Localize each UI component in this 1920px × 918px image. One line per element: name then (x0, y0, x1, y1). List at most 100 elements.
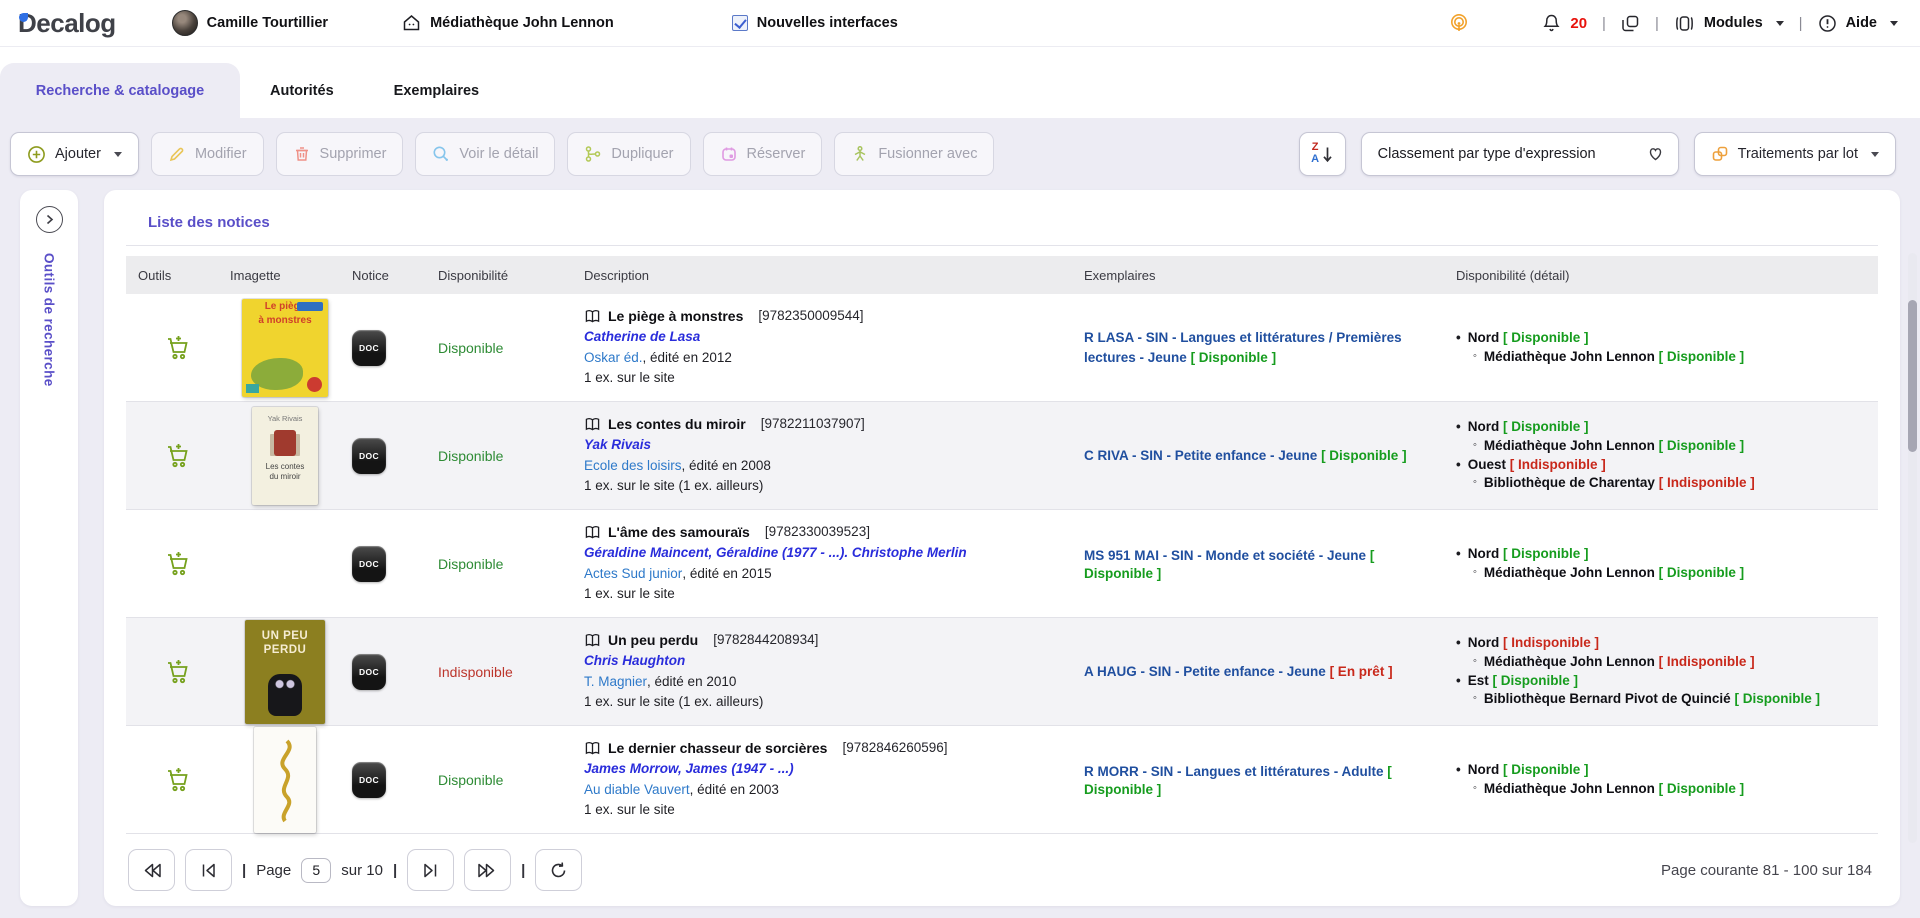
expand-panel-button[interactable] (36, 206, 63, 233)
duplicate-windows-icon[interactable] (1621, 14, 1640, 33)
record-publisher[interactable]: Ecole des loisirs (584, 456, 682, 477)
record-isbn: [9782844208934] (713, 630, 818, 651)
new-interfaces-toggle[interactable]: Nouvelles interfaces (732, 15, 898, 31)
sector-status: [ Disponible ] (1503, 330, 1589, 345)
library-status: [ Indisponible ] (1659, 475, 1755, 490)
record-authors[interactable]: Catherine de Lasa (584, 327, 700, 348)
record-edition: , édité en 2010 (647, 672, 736, 693)
record-authors[interactable]: Yak Rivais (584, 435, 651, 456)
table-row[interactable]: Yak Rivais Les contes du miroir DOC Disp… (126, 402, 1878, 510)
previous-page-button[interactable] (185, 849, 232, 891)
book-cover-thumbnail[interactable]: Le piège à monstres (242, 299, 328, 397)
record-isbn: [9782330039523] (765, 522, 870, 543)
header-actions: 20 | | Modules | (1449, 13, 1898, 33)
library-name: Médiathèque John Lennon (1484, 438, 1655, 453)
holding-callnumber[interactable]: C RIVA - SIN - Petite enfance - Jeune (1084, 448, 1317, 463)
pagination-bar: | Page sur 10 | | Page (126, 838, 1878, 906)
add-to-cart-button[interactable] (161, 655, 196, 689)
record-title[interactable]: Le piège à monstres (608, 306, 743, 327)
record-edition: , édité en 2008 (682, 456, 771, 477)
record-authors[interactable]: James Morrow, James (1947 - ...) (584, 759, 794, 780)
trash-icon (293, 145, 311, 163)
record-publisher[interactable]: Oskar éd. (584, 348, 643, 369)
help-icon (1818, 14, 1837, 33)
voir-le-detail-button[interactable]: Voir le détail (415, 132, 555, 176)
ajouter-button[interactable]: Ajouter (10, 132, 139, 176)
fusionner-avec-button[interactable]: Fusionner avec (834, 132, 994, 176)
table-row[interactable]: DOC Disponible L'âme des samouraïs [9782… (126, 510, 1878, 618)
add-to-cart-button[interactable] (161, 439, 196, 473)
house-icon (402, 14, 421, 32)
record-authors[interactable]: Géraldine Maincent, Géraldine (1977 - ..… (584, 543, 967, 564)
table-row[interactable]: Le piège à monstres DOC Disponible (126, 294, 1878, 402)
add-to-cart-button[interactable] (161, 331, 196, 365)
user-menu[interactable]: Camille Tourtillier (172, 10, 328, 36)
table-row[interactable]: DOC Disponible Le dernier chasseur de so… (126, 726, 1878, 834)
record-authors[interactable]: Chris Haughton (584, 651, 685, 672)
add-to-cart-button[interactable] (161, 763, 196, 797)
divider (126, 245, 1878, 246)
record-title[interactable]: Un peu perdu (608, 630, 698, 651)
record-copies: 1 ex. sur le site (1 ex. ailleurs) (584, 476, 763, 497)
book-cover-thumbnail[interactable]: Yak Rivais Les contes du miroir (252, 407, 318, 505)
user-avatar (172, 10, 198, 36)
holding-callnumber[interactable]: A HAUG - SIN - Petite enfance - Jeune (1084, 664, 1326, 679)
modifier-button[interactable]: Modifier (151, 132, 264, 176)
dupliquer-button[interactable]: Dupliquer (567, 132, 690, 176)
beacon-icon[interactable] (1449, 13, 1469, 33)
fast-next-button[interactable] (464, 849, 511, 891)
separator: | (1602, 15, 1606, 32)
classement-select[interactable]: Classement par type d'expression (1361, 132, 1679, 176)
record-title[interactable]: Le dernier chasseur de sorcières (608, 738, 827, 759)
record-publisher[interactable]: Au diable Vauvert (584, 780, 690, 801)
fast-previous-button[interactable] (128, 849, 175, 891)
checkbox-checked-icon[interactable] (732, 15, 748, 31)
sort-button[interactable]: Z A (1299, 132, 1346, 176)
book-cover-thumbnail[interactable]: UN PEU PERDU (245, 620, 325, 724)
library-status: [ Disponible ] (1734, 691, 1820, 706)
cart-plus-icon (165, 335, 192, 361)
add-to-cart-button[interactable] (161, 547, 196, 581)
doc-badge[interactable]: DOC (352, 438, 386, 474)
modules-menu[interactable]: Modules (1674, 14, 1784, 33)
record-publisher[interactable]: T. Magnier (584, 672, 647, 693)
scrollbar-thumb[interactable] (1908, 300, 1917, 452)
book-cover-thumbnail[interactable] (254, 727, 316, 833)
page-input[interactable] (301, 858, 331, 883)
availability-detail: •Nord [ Disponible ] ◦Médiathèque John L… (1444, 761, 1878, 799)
tab-autorites[interactable]: Autorités (240, 63, 364, 118)
column-header-disponibilite: Disponibilité (426, 268, 572, 283)
help-menu[interactable]: Aide (1818, 14, 1898, 33)
branch-icon (584, 145, 602, 163)
next-page-button[interactable] (407, 849, 454, 891)
holding-callnumber[interactable]: R MORR - SIN - Langues et littératures -… (1084, 764, 1384, 779)
reserver-button[interactable]: Réserver (703, 132, 823, 176)
availability-status: Indisponible (438, 664, 513, 680)
cover-illustration (274, 430, 296, 456)
tab-exemplaires[interactable]: Exemplaires (364, 63, 509, 118)
record-title[interactable]: L'âme des samouraïs (608, 522, 750, 543)
record-publisher[interactable]: Actes Sud junior (584, 564, 682, 585)
search-tools-panel[interactable]: Outils de recherche (20, 190, 78, 906)
doc-badge[interactable]: DOC (352, 546, 386, 582)
library-name: Bibliothèque Bernard Pivot de Quincié (1484, 691, 1731, 706)
library-selector[interactable]: Médiathèque John Lennon (402, 14, 614, 32)
library-status: [ Disponible ] (1659, 438, 1745, 453)
record-copies: 1 ex. sur le site (584, 368, 675, 389)
library-status: [ Disponible ] (1659, 565, 1745, 580)
traitements-par-lot-button[interactable]: Traitements par lot (1694, 132, 1896, 176)
doc-badge[interactable]: DOC (352, 762, 386, 798)
supprimer-button[interactable]: Supprimer (276, 132, 404, 176)
availability-detail: •Nord [ Disponible ] ◦Médiathèque John L… (1444, 418, 1878, 494)
availability-status: Disponible (438, 448, 503, 464)
refresh-button[interactable] (535, 849, 582, 891)
table-row[interactable]: UN PEU PERDU DOC Indisponible (126, 618, 1878, 726)
record-title[interactable]: Les contes du miroir (608, 414, 746, 435)
app-logo[interactable]: Decalog (18, 10, 116, 36)
doc-badge[interactable]: DOC (352, 654, 386, 690)
sector-status: [ Indisponible ] (1510, 457, 1606, 472)
doc-badge[interactable]: DOC (352, 330, 386, 366)
holding-callnumber[interactable]: MS 951 MAI - SIN - Monde et société - Je… (1084, 548, 1366, 563)
tab-recherche-catalogage[interactable]: Recherche & catalogage (0, 63, 240, 118)
notifications-button[interactable]: 20 (1542, 13, 1587, 33)
